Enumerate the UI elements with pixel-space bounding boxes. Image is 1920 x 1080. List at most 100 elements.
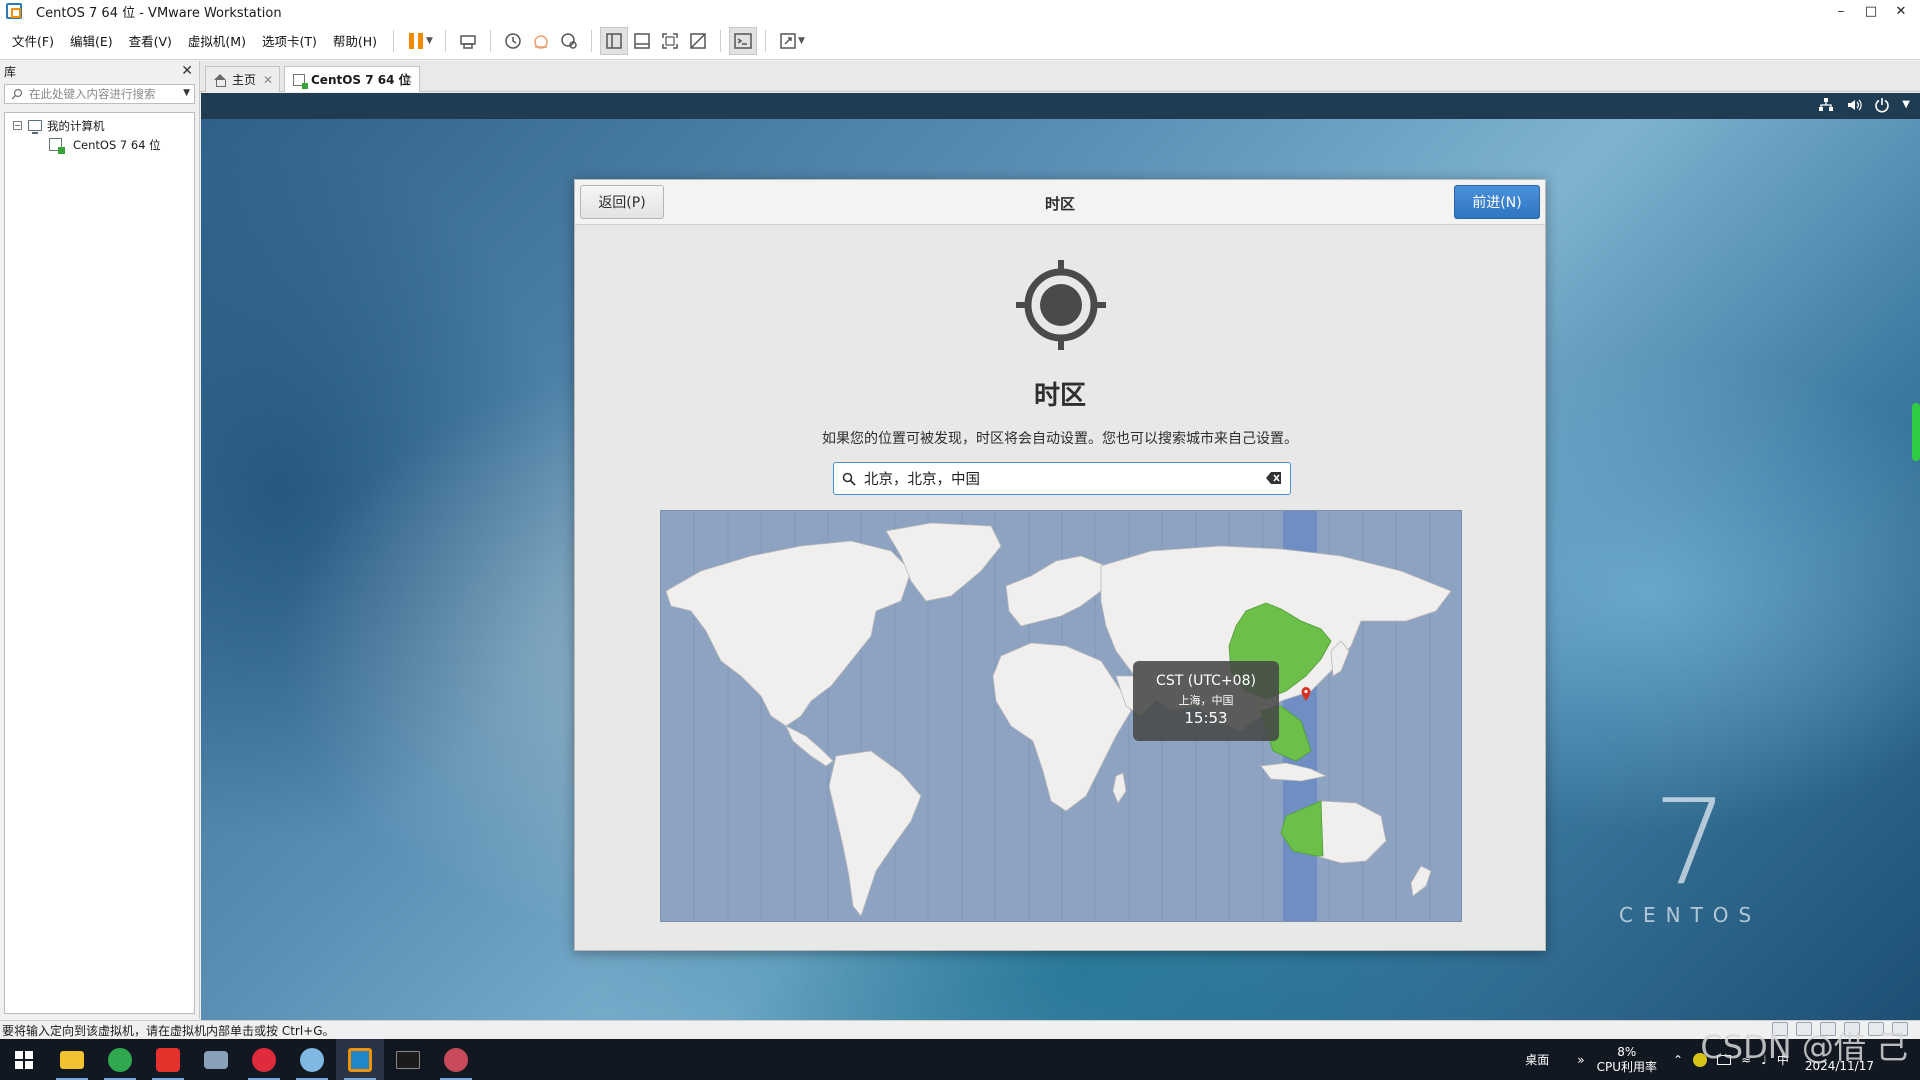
toolbar-separator	[489, 29, 491, 52]
tray-app-icon[interactable]	[1693, 1052, 1708, 1067]
cd-drive-icon[interactable]	[1796, 1022, 1812, 1036]
camera-icon	[204, 1050, 228, 1069]
timezone-dialog: 返回(P) 时区 前进(N) 时区 如果您的位置可被发现，时区将会自动设置。您也…	[574, 179, 1546, 951]
centos-branding: 7 CENTOS	[1619, 783, 1761, 927]
cpu-value: 8%	[1617, 1044, 1637, 1059]
folder-icon	[60, 1050, 84, 1069]
menu-edit[interactable]: 编辑(E)	[62, 31, 121, 50]
home-icon	[214, 73, 226, 87]
search-placeholder: 在此处键入内容进行搜索	[29, 87, 156, 101]
input-method-indicator[interactable]: 中	[1777, 1051, 1789, 1068]
menu-bar: 文件(F) 编辑(E) 查看(V) 虚拟机(M) 选项卡(T) 帮助(H) ▼ …	[0, 22, 1920, 60]
revert-snapshot-icon	[534, 34, 548, 49]
start-button[interactable]	[0, 1039, 48, 1080]
hard-disk-icon[interactable]	[1772, 1022, 1788, 1036]
console-icon	[734, 32, 752, 49]
tree-item-my-computer[interactable]: − 我的计算机	[5, 116, 194, 135]
menu-file[interactable]: 文件(F)	[4, 31, 62, 50]
vm-running-icon	[49, 138, 65, 154]
menu-view[interactable]: 查看(V)	[121, 31, 180, 50]
close-icon[interactable]: ✕	[403, 73, 413, 87]
network-adapter-icon[interactable]	[1820, 1022, 1836, 1036]
guest-top-bar: ▼	[201, 93, 1920, 119]
taskbar-file-explorer[interactable]	[48, 1039, 96, 1080]
snapshot-manager-button[interactable]	[555, 27, 583, 55]
taskbar-music[interactable]	[240, 1039, 288, 1080]
taskbar-remote[interactable]	[432, 1039, 480, 1080]
fullscreen-icon	[662, 32, 678, 49]
taskbar-terminal[interactable]	[384, 1039, 432, 1080]
close-icon[interactable]: ✕	[1886, 0, 1916, 22]
windows-taskbar: 桌面 » 8% CPU利用率 ⌃ ≈ ♩ 中 2024/11/17	[0, 1039, 1920, 1080]
next-button[interactable]: 前进(N)	[1454, 185, 1540, 219]
page-heading: 时区	[1033, 381, 1086, 411]
thumbnail-view-button[interactable]	[628, 27, 656, 55]
close-icon[interactable]: ✕	[181, 63, 193, 79]
timezone-search-value: 北京，北京，中国	[864, 472, 980, 488]
usb-icon[interactable]	[1844, 1022, 1860, 1036]
send-ctrl-alt-del-button[interactable]	[454, 27, 482, 55]
stretch-button[interactable]	[774, 27, 802, 55]
centos-wordmark: CENTOS	[1619, 903, 1762, 927]
chevron-up-icon[interactable]: ⌃	[1673, 1053, 1683, 1067]
vmware-logo-icon	[6, 3, 22, 19]
tab-home[interactable]: 主页 ✕	[205, 66, 280, 92]
fullscreen-button[interactable]	[656, 27, 684, 55]
taskbar-paint[interactable]	[288, 1039, 336, 1080]
tree-item-centos[interactable]: CentOS 7 64 位	[5, 135, 194, 154]
snapshot-button[interactable]	[499, 27, 527, 55]
network-icon[interactable]	[1818, 97, 1834, 113]
dialog-title: 时区	[1044, 195, 1075, 213]
revert-snapshot-button[interactable]	[527, 27, 555, 55]
wifi-icon[interactable]: ≈	[1741, 1053, 1751, 1067]
menu-vm[interactable]: 虚拟机(M)	[180, 31, 254, 50]
library-title: 库	[4, 64, 17, 79]
toolbar-separator	[393, 29, 395, 52]
maximize-icon[interactable]: □	[1856, 0, 1886, 22]
close-icon[interactable]: ✕	[263, 73, 273, 87]
volume-icon[interactable]: ♩	[1761, 1053, 1767, 1067]
cpu-meter: 8% CPU利用率	[1597, 1045, 1657, 1075]
timezone-search-input[interactable]: 北京，北京，中国	[833, 462, 1291, 495]
unity-icon	[690, 32, 706, 49]
collapse-icon[interactable]: −	[13, 121, 22, 130]
vm-console[interactable]: ▼ 7 CENTOS 返回(P) 时区 前进(N) 时区 如果您的位置可被发现，…	[201, 93, 1920, 1020]
menu-help[interactable]: 帮助(H)	[325, 31, 385, 50]
search-icon	[842, 472, 856, 486]
power-icon[interactable]	[1874, 97, 1890, 113]
snapshot-manager-icon	[561, 32, 577, 49]
clear-input-icon[interactable]	[1266, 471, 1282, 485]
taskbar-vmware[interactable]	[336, 1039, 384, 1080]
library-view-button[interactable]	[599, 26, 628, 55]
display-icon[interactable]	[1892, 1022, 1908, 1036]
chevron-icon[interactable]: »	[1577, 1053, 1584, 1067]
library-search-input[interactable]: 在此处键入内容进行搜索 ▼	[4, 84, 195, 104]
toolbar-separator	[590, 29, 592, 52]
desktop-label[interactable]: 桌面	[1525, 1051, 1549, 1068]
chevron-down-icon[interactable]: ▼	[1902, 99, 1910, 113]
console-view-button[interactable]	[728, 26, 757, 55]
taskbar-wps[interactable]	[144, 1039, 192, 1080]
computer-icon	[28, 120, 42, 134]
taskbar-camera[interactable]	[192, 1039, 240, 1080]
timezone-world-map[interactable]: CST (UTC+08) 上海，中国 15:53	[660, 510, 1462, 922]
menu-tabs[interactable]: 选项卡(T)	[254, 31, 325, 50]
battery-icon[interactable]	[1717, 1054, 1732, 1065]
pause-button[interactable]	[402, 27, 430, 55]
chevron-down-icon[interactable]: ▼	[183, 88, 190, 98]
send-ctrl-alt-del-icon	[460, 34, 476, 49]
tab-centos[interactable]: CentOS 7 64 位 ✕	[284, 66, 420, 92]
timezone-tooltip: CST (UTC+08) 上海，中国 15:53	[1133, 661, 1279, 741]
toolbar-separator	[444, 29, 446, 52]
taskbar-clock[interactable]: 2024/11/17	[1805, 1045, 1874, 1074]
tooltip-time: 15:53	[1184, 709, 1228, 727]
volume-icon[interactable]	[1846, 97, 1862, 113]
terminal-icon	[396, 1050, 420, 1069]
minimize-icon[interactable]: –	[1826, 0, 1856, 22]
window-titlebar: CentOS 7 64 位 - VMware Workstation – □ ✕	[0, 0, 1920, 22]
tab-label: 主页	[232, 73, 257, 87]
unity-button[interactable]	[684, 27, 712, 55]
taskbar-browser[interactable]	[96, 1039, 144, 1080]
sound-card-icon[interactable]	[1868, 1022, 1884, 1036]
remote-desktop-icon	[444, 1047, 468, 1072]
